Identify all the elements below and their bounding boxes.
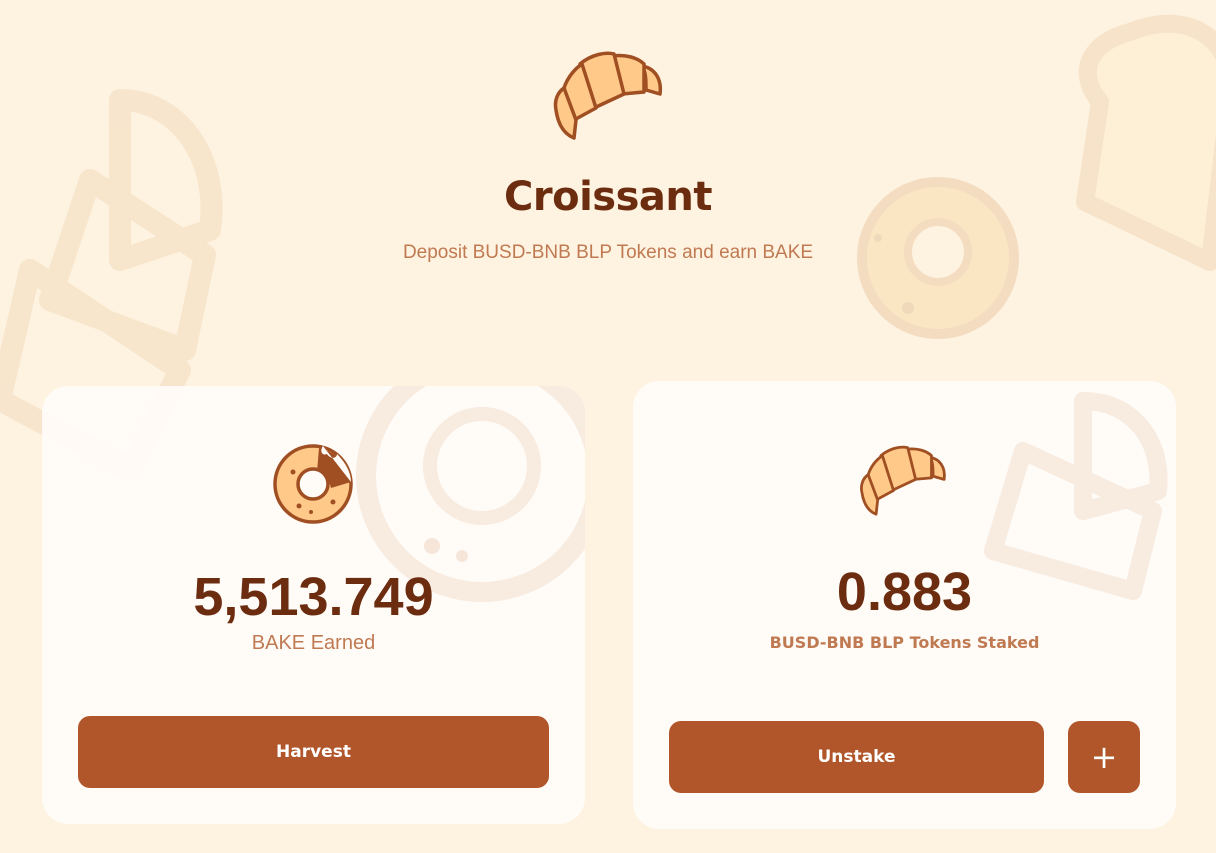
croissant-icon [553, 51, 663, 140]
page-title: Croissant [504, 174, 712, 220]
staked-card: 0.883 BUSD-BNB BLP Tokens Staked Unstake… [633, 381, 1176, 829]
harvest-button[interactable]: Harvest [78, 716, 549, 788]
add-stake-button[interactable]: + [1068, 721, 1140, 793]
earned-card: 5,513.749 BAKE Earned Harvest [42, 386, 585, 824]
tokens-staked-label: BUSD-BNB BLP Tokens Staked [769, 633, 1040, 652]
donut-icon [273, 444, 353, 524]
tokens-staked-value: 0.883 [836, 562, 973, 622]
bake-earned-value: 5,513.749 [193, 567, 434, 627]
bake-earned-label: BAKE Earned [251, 632, 376, 654]
page: Croissant Deposit BUSD-BNB BLP Tokens an… [0, 0, 1216, 853]
unstake-button[interactable]: Unstake [669, 721, 1044, 793]
page-subtitle: Deposit BUSD-BNB BLP Tokens and earn BAK… [402, 242, 814, 263]
croissant-icon [860, 445, 946, 516]
